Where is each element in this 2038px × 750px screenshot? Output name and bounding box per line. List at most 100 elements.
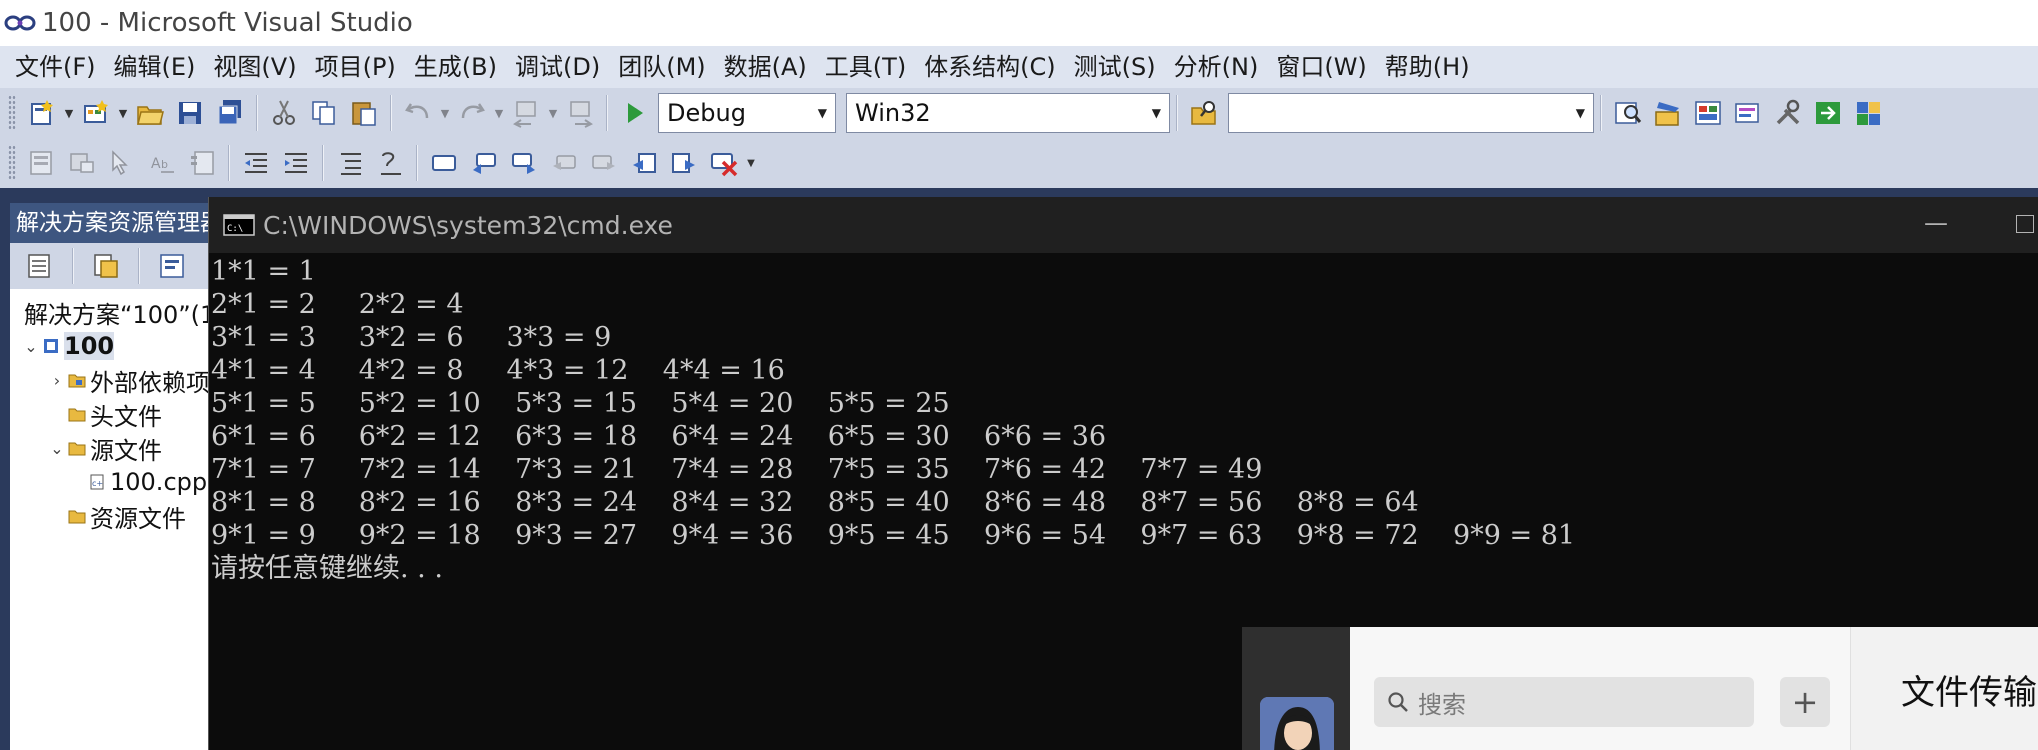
next-bookmark-button[interactable] (504, 143, 544, 183)
navigate-forward-icon (570, 101, 593, 128)
navigate-forward-button[interactable] (560, 93, 600, 133)
save-all-button[interactable] (210, 93, 250, 133)
save-button[interactable] (170, 93, 210, 133)
chevron-down-icon: ▼ (817, 106, 827, 120)
toolbox-button[interactable] (1768, 93, 1808, 133)
redo-button[interactable] (452, 93, 492, 133)
new-project-button[interactable] (22, 93, 62, 133)
avatar[interactable] (1260, 697, 1334, 750)
toolbar-grip[interactable] (8, 145, 16, 181)
previous-bookmark-in-document-button[interactable] (624, 143, 664, 183)
menu-help[interactable]: 帮助(H) (1376, 46, 1479, 88)
folder-icon (68, 510, 86, 524)
menu-edit[interactable]: 编辑(E) (105, 46, 205, 88)
redo-icon (461, 103, 485, 119)
solution-explorer-button[interactable] (1648, 93, 1688, 133)
parameter-info-button[interactable] (62, 143, 102, 183)
collapsed-chevron-icon[interactable]: › (46, 371, 68, 390)
uncomment-button[interactable] (370, 143, 410, 183)
complete-word-button[interactable]: Ab (142, 143, 182, 183)
standard-toolbar: ▼ ▼ ▼ ▼ ▼ Debug ▼ Win32 ▼ ▼ (0, 88, 2038, 138)
menu-debug[interactable]: 调试(D) (506, 46, 609, 88)
paste-button[interactable] (344, 93, 384, 133)
clear-bookmarks-button[interactable] (704, 143, 744, 183)
solution-configuration-dropdown[interactable]: Debug ▼ (658, 93, 836, 133)
toggle-bookmark-list-button[interactable] (182, 143, 222, 183)
complete-word-icon: Ab (151, 156, 174, 173)
increase-indent-button[interactable] (276, 143, 316, 183)
visual-studio-logo-icon (4, 15, 36, 31)
undo-dropdown[interactable]: ▼ (438, 93, 452, 133)
copy-button[interactable] (304, 93, 344, 133)
properties-icon (160, 254, 184, 278)
display-object-member-list-button[interactable] (22, 143, 62, 183)
navigate-backward-dropdown[interactable]: ▼ (546, 93, 560, 133)
object-browser-button[interactable] (1728, 93, 1768, 133)
menu-test[interactable]: 测试(S) (1065, 46, 1165, 88)
redo-dropdown[interactable]: ▼ (492, 93, 506, 133)
find-in-files-button[interactable] (1184, 93, 1224, 133)
chat-sidebar (1242, 627, 1350, 750)
search-input[interactable]: 搜索 (1374, 677, 1754, 727)
toolbar-grip[interactable] (8, 95, 16, 131)
previous-bookmark-icon (473, 153, 496, 174)
properties-window-button[interactable] (1688, 93, 1728, 133)
clear-bookmarks-icon (711, 153, 738, 177)
undo-button[interactable] (398, 93, 438, 133)
menu-file[interactable]: 文件(F) (6, 46, 105, 88)
expanded-chevron-icon[interactable]: ⌄ (20, 337, 42, 356)
minimize-button[interactable]: — (1924, 209, 1948, 237)
next-bookmark-in-folder-button[interactable] (584, 143, 624, 183)
show-all-files-icon (28, 254, 50, 278)
svg-text:c+: c+ (92, 479, 103, 488)
menu-analyze[interactable]: 分析(N) (1165, 46, 1268, 88)
toolbar-separator (138, 248, 140, 284)
console-line: 2*1 = 2 2*2 = 4 (211, 289, 464, 320)
properties-button[interactable] (152, 246, 192, 286)
decrease-indent-button[interactable] (236, 143, 276, 183)
cut-button[interactable] (264, 93, 304, 133)
menu-data[interactable]: 数据(A) (715, 46, 816, 88)
find-icon (1615, 102, 1642, 124)
add-item-icon (84, 100, 108, 123)
solution-platform-dropdown[interactable]: Win32 ▼ (846, 93, 1170, 133)
solution-configuration-value: Debug (667, 99, 746, 127)
show-all-files-button[interactable] (20, 246, 60, 286)
menu-architecture[interactable]: 体系结构(C) (915, 46, 1064, 88)
previous-bookmark-button[interactable] (464, 143, 504, 183)
expanded-chevron-icon[interactable]: ⌄ (46, 439, 68, 458)
find-button[interactable] (1608, 93, 1648, 133)
extensions-button[interactable] (1848, 93, 1888, 133)
toggle-bookmark-button[interactable] (424, 143, 464, 183)
properties-icon (1695, 101, 1721, 125)
next-bookmark-in-document-button[interactable] (664, 143, 704, 183)
open-file-button[interactable] (130, 93, 170, 133)
previous-bookmark-in-folder-button[interactable] (544, 143, 584, 183)
add-button[interactable]: + (1780, 677, 1830, 727)
comment-out-button[interactable] (330, 143, 370, 183)
save-all-icon (218, 100, 241, 125)
add-item-dropdown[interactable]: ▼ (116, 93, 130, 133)
menu-window[interactable]: 窗口(W) (1267, 46, 1375, 88)
start-debugging-button[interactable] (614, 93, 654, 133)
menu-view[interactable]: 视图(V) (204, 46, 305, 88)
menu-tools[interactable]: 工具(T) (816, 46, 915, 88)
new-project-dropdown[interactable]: ▼ (62, 93, 76, 133)
quick-info-button[interactable] (102, 143, 142, 183)
menu-build[interactable]: 生成(B) (405, 46, 506, 88)
cmd-title-bar[interactable]: C:\ C:\WINDOWS\system32\cmd.exe — (209, 197, 2038, 253)
toolbar-separator (390, 95, 392, 131)
toolbar-overflow-dropdown[interactable]: ▼ (744, 143, 758, 183)
folder-icon (68, 408, 86, 422)
toolbar-separator (256, 95, 258, 131)
add-item-button[interactable] (76, 93, 116, 133)
start-page-button[interactable] (1808, 93, 1848, 133)
menu-team[interactable]: 团队(M) (609, 46, 714, 88)
console-line: 4*1 = 4 4*2 = 8 4*3 = 12 4*4 = 16 (211, 355, 785, 386)
find-combo-box[interactable]: ▼ (1228, 93, 1594, 133)
navigate-backward-button[interactable] (506, 93, 546, 133)
svg-text:A: A (151, 156, 161, 172)
refresh-button[interactable] (86, 246, 126, 286)
maximize-button[interactable] (2016, 215, 2034, 233)
menu-project[interactable]: 项目(P) (306, 46, 405, 88)
